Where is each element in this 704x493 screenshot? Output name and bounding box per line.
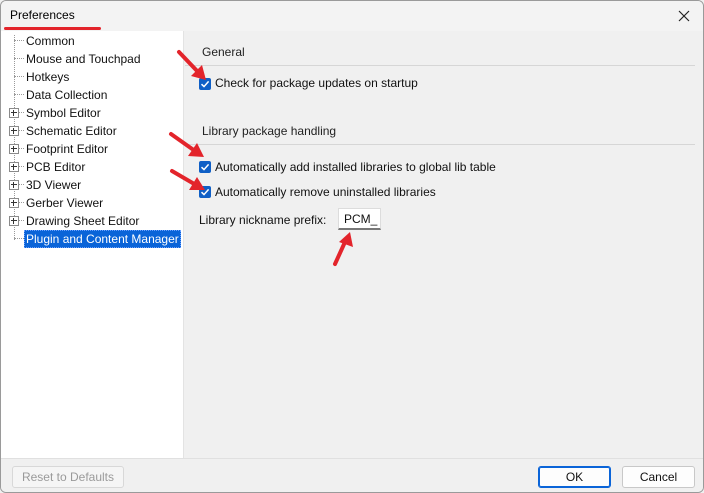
expand-icon[interactable] — [9, 108, 19, 118]
tree-item-label: 3D Viewer — [26, 178, 82, 192]
tree-connector — [14, 76, 24, 77]
tree-item-label: Drawing Sheet Editor — [26, 214, 140, 228]
tree-item-common[interactable]: Common — [1, 32, 183, 50]
close-button[interactable] — [667, 2, 701, 30]
annotation-arrow-icon — [333, 232, 353, 266]
tree-item-label: Gerber Viewer — [26, 196, 104, 210]
preferences-dialog: Preferences Common Mouse and Touchpad Ho… — [0, 0, 704, 493]
tree-item-label: Common — [26, 34, 75, 48]
tree-item-label: Schematic Editor — [26, 124, 117, 138]
close-icon — [678, 10, 690, 22]
section-divider — [185, 144, 695, 145]
tree-item-mouse-and-touchpad[interactable]: Mouse and Touchpad — [1, 50, 183, 68]
tree-item-label: Plugin and Content Manager — [24, 230, 181, 248]
expand-icon[interactable] — [9, 144, 19, 154]
tree-item-label: Mouse and Touchpad — [26, 52, 141, 66]
tree-item-label: Data Collection — [26, 88, 108, 102]
tree-connector — [14, 40, 24, 41]
title-bar: Preferences — [1, 1, 703, 31]
expand-icon[interactable] — [9, 126, 19, 136]
auto-add-libraries-label[interactable]: Automatically add installed libraries to… — [215, 160, 496, 174]
tree-item-label: Symbol Editor — [26, 106, 101, 120]
check-updates-label[interactable]: Check for package updates on startup — [215, 76, 418, 90]
annotation-arrow-icon — [169, 132, 204, 157]
auto-remove-libraries-label[interactable]: Automatically remove uninstalled librari… — [215, 185, 436, 199]
tree-item-plugin-and-content-manager[interactable]: Plugin and Content Manager — [1, 230, 183, 248]
tree-item-footprint-editor[interactable]: Footprint Editor — [1, 140, 183, 158]
expand-icon[interactable] — [9, 180, 19, 190]
expand-icon[interactable] — [9, 216, 19, 226]
tree-item-hotkeys[interactable]: Hotkeys — [1, 68, 183, 86]
preferences-tree: Common Mouse and Touchpad Hotkeys Data C… — [1, 31, 184, 458]
title-underline-annotation — [4, 27, 101, 30]
ok-button[interactable]: OK — [538, 466, 611, 488]
nickname-prefix-input[interactable] — [338, 208, 381, 230]
tree-item-label: Footprint Editor — [26, 142, 109, 156]
cancel-button[interactable]: Cancel — [622, 466, 695, 488]
tree-connector — [14, 238, 24, 239]
tree-item-drawing-sheet-editor[interactable]: Drawing Sheet Editor — [1, 212, 183, 230]
tree-item-gerber-viewer[interactable]: Gerber Viewer — [1, 194, 183, 212]
tree-item-label: PCB Editor — [26, 160, 86, 174]
expand-icon[interactable] — [9, 162, 19, 172]
expand-icon[interactable] — [9, 198, 19, 208]
tree-item-data-collection[interactable]: Data Collection — [1, 86, 183, 104]
tree-item-label: Hotkeys — [26, 70, 70, 84]
nickname-prefix-label: Library nickname prefix: — [199, 213, 327, 227]
reset-to-defaults-button[interactable]: Reset to Defaults — [12, 466, 124, 488]
annotation-arrow-icon — [177, 50, 206, 80]
tree-item-pcb-editor[interactable]: PCB Editor — [1, 158, 183, 176]
section-title-library: Library package handling — [202, 124, 337, 138]
annotation-arrow-icon — [170, 169, 205, 190]
section-divider — [185, 65, 695, 66]
tree-item-3d-viewer[interactable]: 3D Viewer — [1, 176, 183, 194]
tree-item-symbol-editor[interactable]: Symbol Editor — [1, 104, 183, 122]
tree-connector — [14, 58, 24, 59]
tree-item-schematic-editor[interactable]: Schematic Editor — [1, 122, 183, 140]
tree-connector — [14, 94, 24, 95]
dialog-footer: Reset to Defaults OK Cancel — [1, 458, 703, 492]
dialog-title: Preferences — [10, 8, 75, 22]
